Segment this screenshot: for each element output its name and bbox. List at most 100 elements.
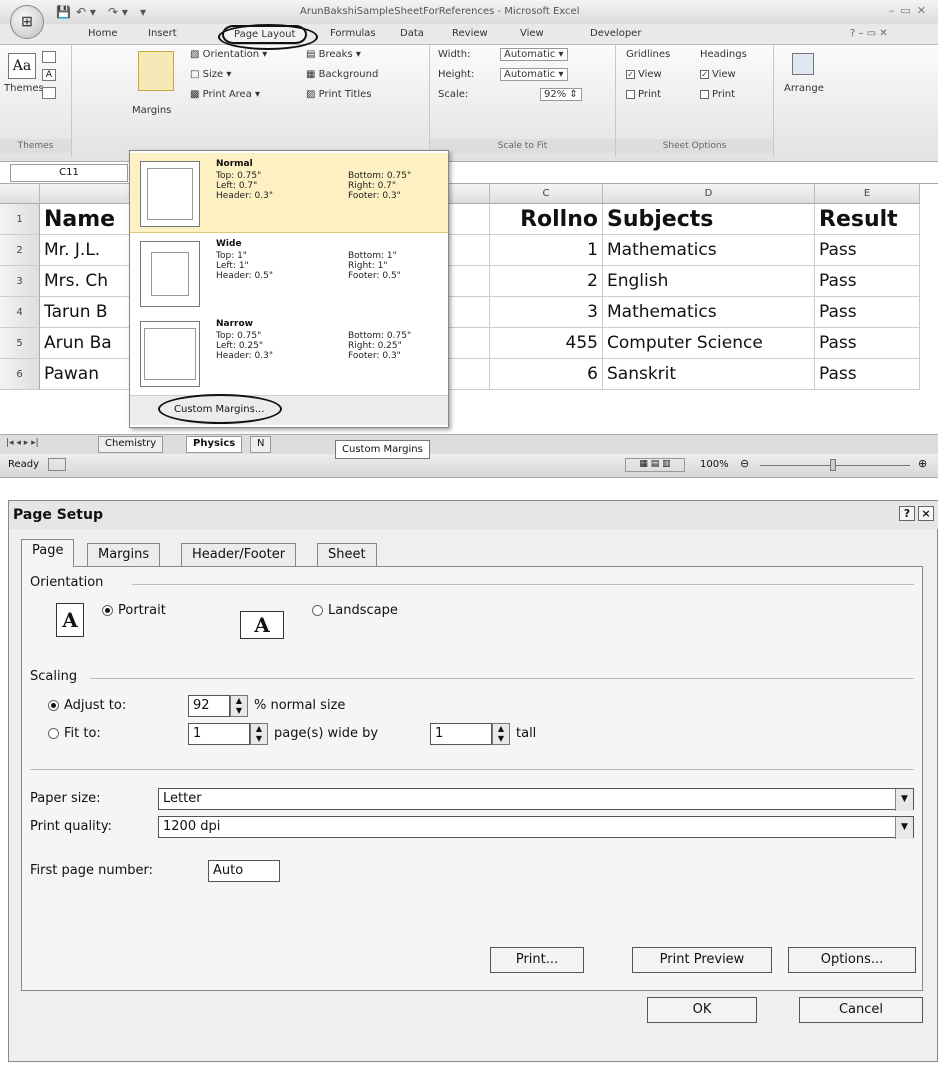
row-header[interactable]: 2: [0, 235, 40, 266]
fit-wide-spinner[interactable]: ▲ ▼: [250, 723, 268, 745]
sheet-tab-chemistry[interactable]: Chemistry: [98, 436, 164, 453]
colors-icon[interactable]: [42, 51, 56, 63]
cell-c[interactable]: 2: [490, 266, 603, 297]
tab-developer[interactable]: Developer: [590, 28, 641, 39]
print-button[interactable]: Print...: [490, 947, 584, 973]
cell-e[interactable]: Pass: [815, 297, 920, 328]
close-button[interactable]: ×: [918, 506, 934, 521]
headings-print-checkbox[interactable]: Print: [700, 89, 735, 100]
cell-c[interactable]: 3: [490, 297, 603, 328]
zoom-in-icon[interactable]: ⊕: [918, 457, 927, 470]
row-header[interactable]: 6: [0, 359, 40, 390]
fonts-icon[interactable]: A: [42, 69, 56, 81]
customize-qat-icon[interactable]: ▾: [140, 5, 146, 19]
fit-wide-input[interactable]: 1: [188, 723, 250, 745]
portrait-radio[interactable]: Portrait: [102, 603, 166, 618]
scaling-divider: [90, 678, 914, 679]
arrange-icon[interactable]: [792, 53, 814, 75]
column-header-e[interactable]: E: [815, 184, 920, 204]
cell-d[interactable]: Mathematics: [603, 235, 815, 266]
column-header-c[interactable]: C: [490, 184, 603, 204]
view-buttons[interactable]: ▦ ▤ ▥: [625, 458, 685, 472]
scale-input[interactable]: 92% ⇕: [540, 88, 582, 101]
width-select[interactable]: Automatic ▾: [500, 48, 568, 61]
macro-record-icon[interactable]: [48, 458, 66, 471]
cell-c[interactable]: 455: [490, 328, 603, 359]
tab-sheet[interactable]: Sheet: [317, 543, 377, 567]
cell-d[interactable]: Sanskrit: [603, 359, 815, 390]
row-header[interactable]: 4: [0, 297, 40, 328]
print-quality-dropdown-icon[interactable]: ▼: [895, 817, 913, 839]
margins-dropdown: Normal Top: 0.75" Left: 0.7" Header: 0.3…: [129, 150, 449, 428]
cell-c[interactable]: 1: [490, 235, 603, 266]
cell-c[interactable]: 6: [490, 359, 603, 390]
column-header-d[interactable]: D: [603, 184, 815, 204]
cell-d[interactable]: Mathematics: [603, 297, 815, 328]
options-button[interactable]: Options...: [788, 947, 916, 973]
window-controls[interactable]: –▭✕: [889, 4, 932, 17]
margins-option-normal[interactable]: Normal Top: 0.75" Left: 0.7" Header: 0.3…: [130, 153, 448, 233]
ribbon: Aa Themes A Themes Margins ▧ Orientation…: [0, 44, 938, 162]
tab-review[interactable]: Review: [452, 28, 488, 39]
select-all[interactable]: [0, 184, 40, 204]
adjust-to-spinner[interactable]: ▲ ▼: [230, 695, 248, 717]
fit-tall-spinner[interactable]: ▲ ▼: [492, 723, 510, 745]
cell-e[interactable]: Result: [815, 204, 920, 235]
headings-view-checkbox[interactable]: ✓ View: [700, 69, 736, 80]
effects-icon[interactable]: [42, 87, 56, 99]
print-quality-select[interactable]: 1200 dpi ▼: [158, 816, 914, 839]
themes-icon[interactable]: Aa: [8, 53, 36, 79]
tab-margins[interactable]: Margins: [87, 543, 161, 567]
zoom-slider-thumb[interactable]: [830, 459, 836, 471]
help-button[interactable]: ?: [899, 506, 915, 521]
margins-option-narrow[interactable]: Narrow Top: 0.75" Left: 0.25" Header: 0.…: [130, 313, 448, 393]
row-header[interactable]: 5: [0, 328, 40, 359]
adjust-to-input[interactable]: 92: [188, 695, 230, 717]
sheet-nav-arrows[interactable]: |◂ ◂ ▸ ▸|: [6, 438, 39, 448]
arrange-button[interactable]: Arrange: [784, 83, 824, 94]
cell-e[interactable]: Pass: [815, 235, 920, 266]
scale-label: Scale:: [438, 89, 469, 100]
cell-e[interactable]: Pass: [815, 266, 920, 297]
themes-button[interactable]: Themes: [4, 83, 44, 94]
sheet-tab-n[interactable]: N: [250, 436, 272, 453]
tab-home[interactable]: Home: [88, 28, 118, 39]
name-box[interactable]: C11: [10, 164, 128, 182]
height-select[interactable]: Automatic ▾: [500, 68, 568, 81]
cell-d[interactable]: English: [603, 266, 815, 297]
gridlines-view-checkbox[interactable]: ✓ View: [626, 69, 662, 80]
cell-e[interactable]: Pass: [815, 359, 920, 390]
cell-d[interactable]: Computer Science: [603, 328, 815, 359]
cell-c[interactable]: Rollno: [490, 204, 603, 235]
tab-header-footer[interactable]: Header/Footer: [181, 543, 297, 567]
ok-button[interactable]: OK: [647, 997, 757, 1023]
paper-size-select[interactable]: Letter ▼: [158, 788, 914, 811]
undo-icon[interactable]: ↶ ▾: [76, 5, 96, 19]
fit-to-radio[interactable]: Fit to:: [48, 726, 101, 741]
tab-view[interactable]: View: [520, 28, 544, 39]
fit-tall-input[interactable]: 1: [430, 723, 492, 745]
cell-e[interactable]: Pass: [815, 328, 920, 359]
adjust-to-radio[interactable]: Adjust to:: [48, 698, 126, 713]
save-icon[interactable]: 💾: [56, 5, 71, 19]
gridlines-print-checkbox[interactable]: Print: [626, 89, 661, 100]
landscape-radio[interactable]: Landscape: [312, 603, 398, 618]
row-header[interactable]: 3: [0, 266, 40, 297]
orientation-divider: [132, 584, 914, 585]
tab-page[interactable]: Page: [21, 539, 75, 567]
cancel-button[interactable]: Cancel: [799, 997, 923, 1023]
row-header[interactable]: 1: [0, 204, 40, 235]
paper-size-dropdown-icon[interactable]: ▼: [895, 789, 913, 811]
tab-data[interactable]: Data: [400, 28, 424, 39]
first-page-input[interactable]: Auto: [208, 860, 280, 882]
tab-formulas[interactable]: Formulas: [330, 28, 376, 39]
margins-option-wide[interactable]: Wide Top: 1" Left: 1" Header: 0.5" Botto…: [130, 233, 448, 313]
cell-d[interactable]: Subjects: [603, 204, 815, 235]
sheet-tab-physics[interactable]: Physics: [186, 436, 243, 453]
print-preview-button[interactable]: Print Preview: [632, 947, 772, 973]
tab-insert[interactable]: Insert: [148, 28, 177, 39]
zoom-out-icon[interactable]: ⊖: [740, 457, 749, 470]
help-icon[interactable]: ? – ▭ ✕: [850, 28, 888, 39]
redo-icon[interactable]: ↷ ▾: [108, 5, 128, 19]
width-value: Automatic: [504, 49, 556, 60]
